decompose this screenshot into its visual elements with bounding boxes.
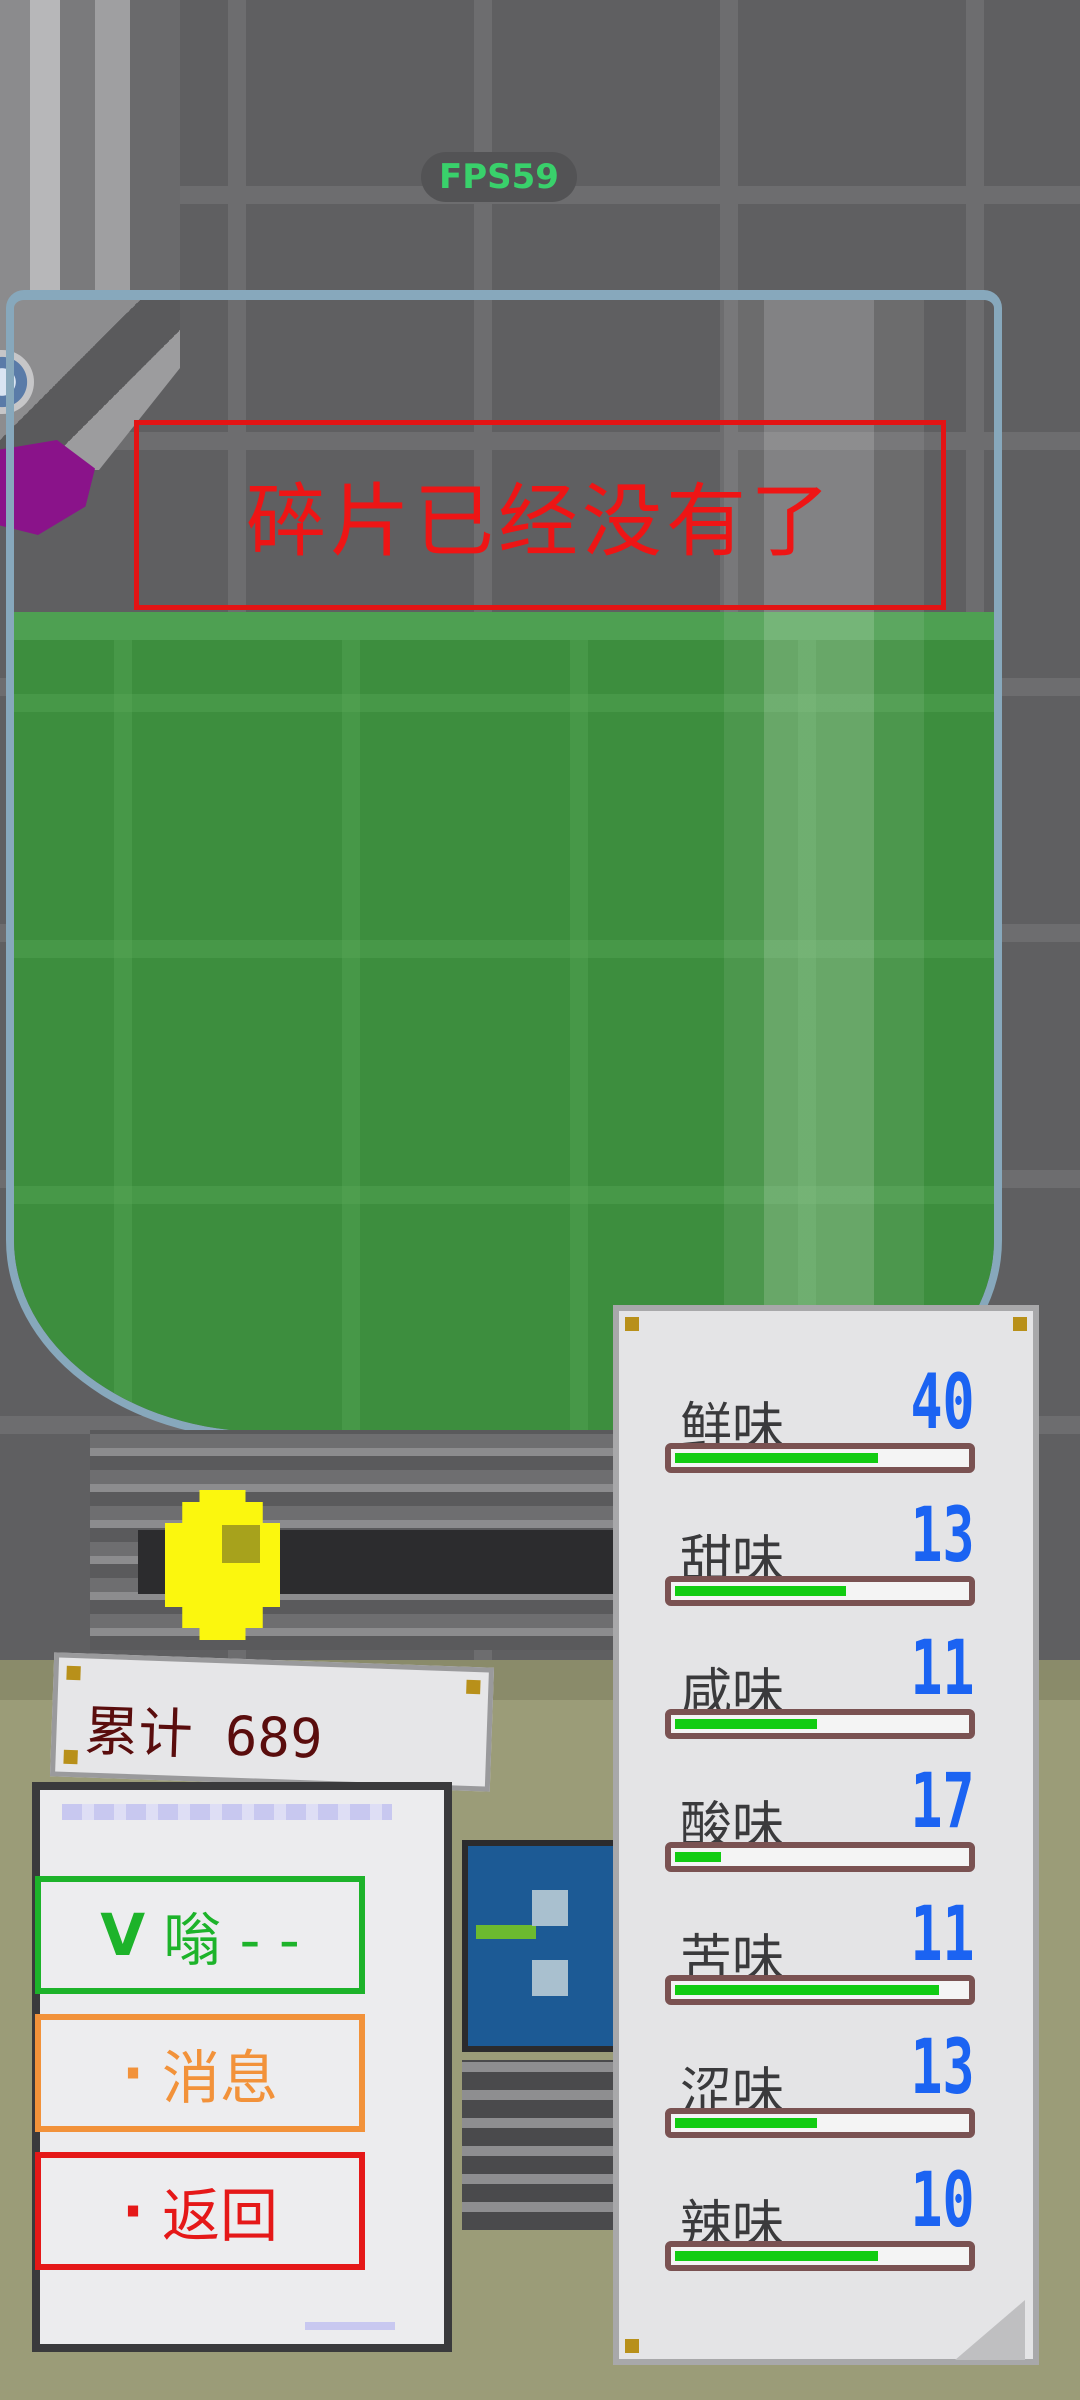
flavor-value: 13	[910, 1490, 975, 1579]
flavor-bar	[665, 1576, 975, 1606]
flavor-row-bitter: 苦味 11	[665, 1889, 985, 2017]
flavor-row-astringent: 涩味 13	[665, 2022, 985, 2150]
back-label: 返回	[162, 2182, 279, 2250]
flavor-row-spicy: 辣味 10	[665, 2155, 985, 2283]
flavor-row-salty: 咸味 11	[665, 1623, 985, 1751]
screen-indicator	[476, 1925, 536, 1939]
message-label: 消息	[162, 2044, 279, 2112]
fps-counter: FPS59	[421, 152, 577, 202]
flavor-value: 11	[910, 1889, 975, 1978]
dot-icon: ·	[121, 2039, 145, 2107]
hum-label: 嗡 - -	[163, 1906, 300, 1974]
check-icon: V	[100, 1901, 146, 1969]
counter-text: 累计 689	[83, 1699, 324, 1771]
rivet-icon	[63, 1749, 78, 1765]
rivet-icon	[466, 1679, 481, 1695]
back-button[interactable]: · 返回	[35, 2152, 365, 2270]
flavor-value: 13	[910, 2022, 975, 2111]
machine-vent	[462, 2060, 622, 2230]
hum-button[interactable]: V 嗡 - -	[35, 1876, 365, 1994]
yellow-knob-icon[interactable]	[165, 1490, 280, 1640]
flavor-value: 10	[910, 2155, 975, 2244]
rivet-icon	[1013, 1317, 1027, 1331]
message-button[interactable]: · 消息	[35, 2014, 365, 2132]
flavor-bar	[665, 1443, 975, 1473]
knob-center	[222, 1525, 260, 1563]
flavor-value: 17	[910, 1756, 975, 1845]
flavor-bar-fill	[675, 1719, 818, 1729]
flavor-bar-fill	[675, 1586, 847, 1596]
machine-screen	[462, 1840, 634, 2052]
flavor-bar	[665, 2241, 975, 2271]
flavor-bar	[665, 1842, 975, 1872]
flavor-bar-fill	[675, 2118, 818, 2128]
notice-message: 碎片已经没有了	[134, 420, 946, 610]
flavor-value: 40	[910, 1357, 975, 1446]
counter-tag: 累计 689	[49, 1652, 495, 1792]
flavor-bar	[665, 1975, 975, 2005]
flavor-bar	[665, 1709, 975, 1739]
flavor-bar-fill	[675, 1985, 939, 1995]
flavor-bar-fill	[675, 1453, 878, 1463]
flavor-bar-fill	[675, 2251, 878, 2261]
rivet-icon	[66, 1665, 81, 1681]
rivet-icon	[625, 2339, 639, 2353]
flavor-bar	[665, 2108, 975, 2138]
flavor-row-sour: 酸味 17	[665, 1756, 985, 1884]
menu-decoration	[62, 1804, 392, 1820]
rivet-icon	[625, 1317, 639, 1331]
flavor-value: 11	[910, 1623, 975, 1712]
flavor-row-sweet: 甜味 13	[665, 1490, 985, 1618]
flavor-row-umami: 鲜味 40	[665, 1357, 985, 1485]
screen-block	[532, 1960, 568, 1996]
screen-block	[532, 1890, 568, 1926]
dot-icon: ·	[121, 2177, 145, 2245]
flavor-bar-fill	[675, 1852, 722, 1862]
feed-pipe	[0, 0, 180, 330]
menu-footer-line	[305, 2322, 395, 2330]
